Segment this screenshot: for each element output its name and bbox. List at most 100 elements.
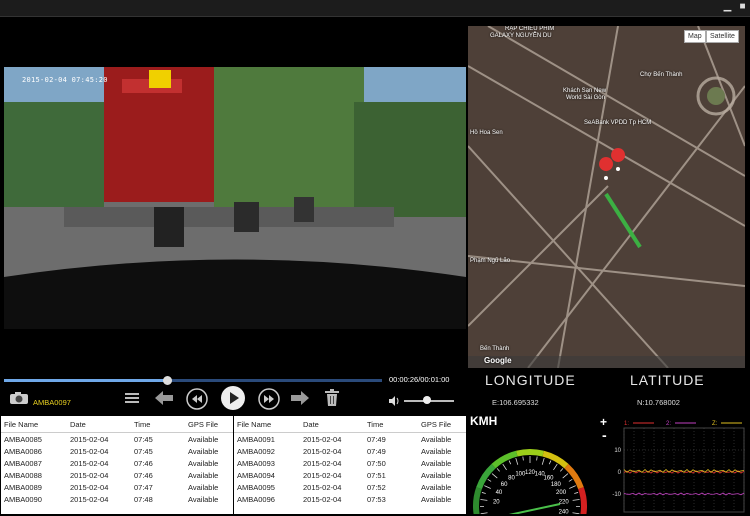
time-cell: 07:48 bbox=[134, 494, 153, 504]
table-header: File Name Date Time GPS File bbox=[1, 416, 233, 433]
table-row[interactable]: AMBA0090 2015-02-04 07:48 Available bbox=[1, 493, 233, 505]
gauge-needle bbox=[508, 503, 561, 514]
seek-handle[interactable] bbox=[162, 376, 172, 385]
video-player-frame[interactable]: 2015-02-04 07:45:20 bbox=[4, 67, 466, 329]
gps-status-cell: Available bbox=[188, 470, 219, 480]
gauge-tick bbox=[496, 468, 500, 472]
latitude-value: N:10.768002 bbox=[637, 398, 680, 407]
time-cell: 07:45 bbox=[134, 446, 153, 456]
time-cell: 07:49 bbox=[367, 434, 386, 444]
seek-bar[interactable] bbox=[4, 376, 382, 385]
table-row[interactable]: AMBA0095 2015-02-04 07:52 Available bbox=[234, 481, 466, 493]
gauge-arc-segment bbox=[476, 463, 496, 490]
column-header[interactable]: Time bbox=[364, 416, 418, 433]
gps-status-cell: Available bbox=[188, 482, 219, 492]
gauge-tick bbox=[480, 499, 488, 501]
gauge-tick-label: 60 bbox=[501, 482, 508, 488]
table-row[interactable]: AMBA0086 2015-02-04 07:45 Available bbox=[1, 445, 233, 457]
gauge-arc-segment bbox=[564, 463, 584, 490]
gauge-tick-label: 160 bbox=[544, 475, 555, 481]
column-header[interactable]: File Name bbox=[1, 416, 67, 433]
next-icon[interactable] bbox=[258, 388, 280, 410]
gauge-tick-label: 180 bbox=[551, 482, 562, 488]
y-tick-label: 10 bbox=[614, 448, 621, 454]
table-row[interactable]: AMBA0092 2015-02-04 07:49 Available bbox=[234, 445, 466, 457]
column-header[interactable]: GPS File bbox=[185, 416, 233, 433]
file-name-cell: AMBA0092 bbox=[237, 446, 275, 456]
date-cell: 2015-02-04 bbox=[70, 470, 109, 480]
legend-label: Z: bbox=[712, 421, 718, 427]
forward-arrow-icon[interactable] bbox=[290, 389, 310, 407]
minimize-icon[interactable]: ▁ bbox=[722, 2, 733, 12]
column-header[interactable]: GPS File bbox=[418, 416, 466, 433]
map-view-button[interactable]: Map bbox=[684, 30, 706, 43]
time-cell: 07:47 bbox=[134, 482, 153, 492]
gauge-arc-segment bbox=[516, 449, 544, 457]
file-name-cell: AMBA0089 bbox=[4, 482, 42, 492]
camera-icon[interactable] bbox=[9, 391, 29, 405]
file-name-cell: AMBA0094 bbox=[237, 470, 275, 480]
gps-status-cell: Available bbox=[421, 494, 452, 504]
menu-icon[interactable] bbox=[124, 390, 140, 406]
table-row[interactable]: AMBA0088 2015-02-04 07:46 Available bbox=[1, 469, 233, 481]
date-cell: 2015-02-04 bbox=[303, 482, 342, 492]
table-row[interactable]: AMBA0096 2015-02-04 07:53 Available bbox=[234, 493, 466, 505]
date-cell: 2015-02-04 bbox=[303, 458, 342, 468]
trash-icon[interactable] bbox=[324, 389, 340, 407]
map-label: SeABank VPDD Tp HCM bbox=[584, 120, 652, 126]
gauge-tick-label: 220 bbox=[559, 500, 570, 506]
gauge-tick bbox=[541, 457, 545, 465]
gauge-tick bbox=[522, 456, 524, 461]
time-cell: 07:52 bbox=[367, 482, 386, 492]
longitude-heading: LONGITUDE bbox=[485, 372, 576, 388]
previous-icon[interactable] bbox=[186, 388, 208, 410]
file-name-cell: AMBA0091 bbox=[237, 434, 275, 444]
table-row[interactable]: AMBA0093 2015-02-04 07:50 Available bbox=[234, 457, 466, 469]
map-label: RẠP CHIẾU PHIM bbox=[505, 26, 555, 32]
map-label: Khách Sạn New bbox=[563, 88, 607, 94]
satellite-view-button[interactable]: Satellite bbox=[706, 30, 739, 43]
video-timestamp: 2015-02-04 07:45:20 bbox=[22, 76, 108, 84]
seek-progress bbox=[4, 379, 167, 382]
maximize-icon[interactable]: ■ bbox=[737, 2, 748, 12]
current-file-name: AMBA0097 bbox=[33, 398, 71, 407]
legend-label: 1: bbox=[624, 421, 629, 427]
time-cell: 07:45 bbox=[134, 434, 153, 444]
volume-handle[interactable] bbox=[422, 396, 431, 404]
table-row[interactable]: AMBA0089 2015-02-04 07:47 Available bbox=[1, 481, 233, 493]
date-cell: 2015-02-04 bbox=[70, 446, 109, 456]
column-header[interactable]: Time bbox=[131, 416, 185, 433]
table-row[interactable]: AMBA0091 2015-02-04 07:49 Available bbox=[234, 433, 466, 446]
gps-map[interactable]: Map Satellite RẠP CHIẾU PHIM GALAXY NGUY… bbox=[468, 26, 745, 368]
map-label: Hồ Hoa Sen bbox=[470, 130, 503, 136]
gauge-tick bbox=[502, 463, 507, 471]
latitude-heading: LATITUDE bbox=[630, 372, 705, 388]
table-row[interactable]: AMBA0094 2015-02-04 07:51 Available bbox=[234, 469, 466, 481]
gps-status-cell: Available bbox=[188, 434, 219, 444]
gauge-tick bbox=[548, 460, 552, 465]
video-scene bbox=[4, 67, 466, 329]
column-header[interactable]: File Name bbox=[234, 416, 300, 433]
speedometer-gauge: 20406080100 120 140160180200220240 bbox=[473, 449, 587, 514]
table-row[interactable]: AMBA0085 2015-02-04 07:45 Available bbox=[1, 433, 233, 446]
table-row[interactable]: AMBA0087 2015-02-04 07:46 Available bbox=[1, 457, 233, 469]
column-header[interactable]: Date bbox=[67, 416, 131, 433]
file-name-cell: AMBA0090 bbox=[4, 494, 42, 504]
back-arrow-icon[interactable] bbox=[154, 389, 174, 407]
gauge-tick bbox=[484, 485, 491, 489]
file-name-cell: AMBA0085 bbox=[4, 434, 42, 444]
date-cell: 2015-02-04 bbox=[303, 434, 342, 444]
date-cell: 2015-02-04 bbox=[303, 470, 342, 480]
volume-slider[interactable] bbox=[404, 396, 454, 404]
column-header[interactable]: Date bbox=[300, 416, 364, 433]
speaker-icon[interactable] bbox=[388, 395, 400, 407]
y-tick-label: -10 bbox=[612, 492, 621, 498]
gps-status-cell: Available bbox=[421, 470, 452, 480]
play-icon[interactable] bbox=[220, 385, 246, 411]
speed-unit: KMH bbox=[470, 414, 498, 428]
g-sensor-graph: 10 0 -10 1: 2: Z: bbox=[612, 421, 746, 513]
map-label: Chợ Bến Thành bbox=[640, 72, 683, 78]
date-cell: 2015-02-04 bbox=[70, 434, 109, 444]
map-label: GALAXY NGUYỄN DU bbox=[490, 33, 552, 39]
gauge-arc-segment bbox=[491, 450, 518, 469]
